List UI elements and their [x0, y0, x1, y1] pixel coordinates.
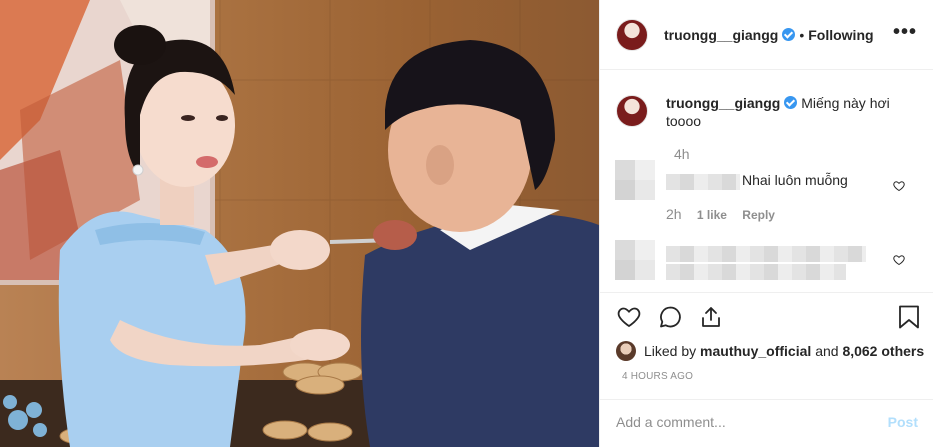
post-header: truongg__giangg • Following •••	[600, 0, 933, 70]
author-username[interactable]: truongg__giangg	[664, 27, 778, 43]
comment-likes[interactable]: 1 like	[697, 208, 727, 222]
save-bookmark-icon[interactable]	[898, 305, 920, 329]
following-button[interactable]: Following	[808, 27, 873, 43]
caption: truongg__giangg Miếng này hơi toooo	[616, 93, 906, 130]
liked-by-middle: and	[815, 343, 839, 359]
post-comment-button[interactable]: Post	[888, 414, 918, 430]
comment2-text-blurred-line2	[666, 264, 846, 280]
add-comment-input[interactable]	[616, 414, 866, 430]
caption-verified-badge-icon	[784, 96, 798, 109]
add-comment-bar: Post	[600, 399, 933, 447]
liked-by-line: Liked by mauthuy_official and 8,062 othe…	[616, 341, 924, 361]
comment2-avatar-blurred[interactable]	[615, 240, 655, 280]
caption-time[interactable]: 4h	[674, 146, 690, 162]
comments-section: truongg__giangg Miếng này hơi toooo 4h N…	[600, 70, 933, 292]
comment-avatar-blurred[interactable]	[615, 160, 655, 200]
comment-bubble-icon[interactable]	[658, 305, 683, 329]
share-icon[interactable]	[699, 305, 723, 329]
separator-dot: •	[799, 26, 805, 43]
photo-illustration	[0, 0, 599, 447]
comment2-text-blurred	[666, 246, 866, 262]
comment-time[interactable]: 2h	[666, 206, 682, 222]
caption-avatar[interactable]	[616, 95, 648, 127]
comment-text: Nhai luôn muỗng	[742, 172, 848, 188]
caption-text-block: truongg__giangg Miếng này hơi toooo	[666, 94, 906, 130]
caption-username[interactable]: truongg__giangg	[666, 95, 780, 111]
post-timestamp[interactable]: 4 HOURS AGO	[622, 371, 693, 382]
likes-count[interactable]: 8,062 others	[842, 343, 924, 359]
comment-like-heart-icon[interactable]	[893, 180, 905, 192]
post-photo[interactable]	[0, 0, 599, 447]
liker-username[interactable]: mauthuy_official	[700, 343, 811, 359]
comment2-like-heart-icon[interactable]	[893, 254, 905, 266]
post-actions: Liked by mauthuy_official and 8,062 othe…	[600, 292, 933, 447]
comment-username-blurred[interactable]	[666, 174, 740, 190]
liked-by-prefix: Liked by	[644, 343, 697, 359]
more-options-icon[interactable]: •••	[893, 22, 917, 42]
verified-badge-icon	[782, 28, 796, 41]
liker-avatar[interactable]	[616, 341, 636, 361]
author-avatar[interactable]	[616, 18, 648, 51]
action-icons	[616, 305, 723, 329]
reply-button[interactable]: Reply	[742, 208, 775, 222]
post-sidebar: truongg__giangg • Following ••• truongg_…	[599, 0, 933, 447]
comment-meta: 2h 1 like Reply	[666, 206, 775, 222]
like-heart-icon[interactable]	[616, 305, 642, 329]
